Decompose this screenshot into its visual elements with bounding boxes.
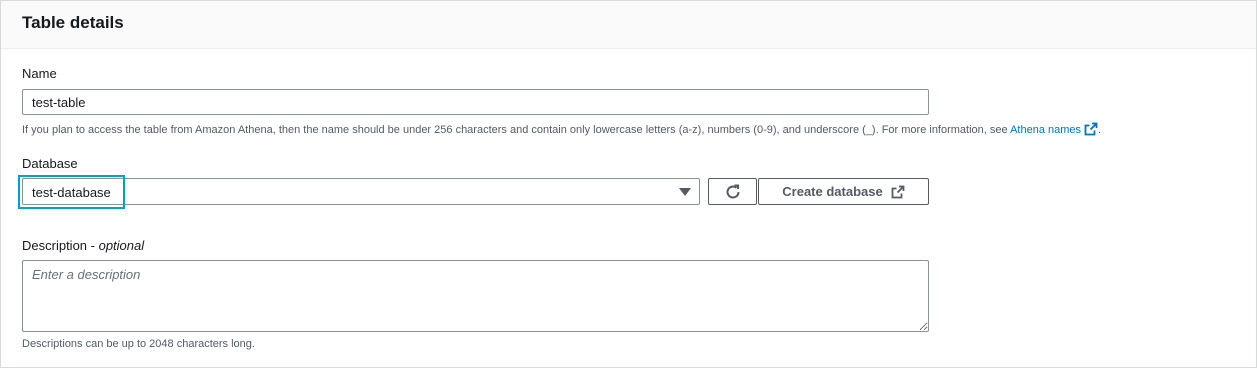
create-database-button[interactable]: Create database (758, 178, 929, 205)
description-label: Description - optional (22, 238, 144, 253)
description-textarea[interactable] (22, 260, 929, 332)
optional-tag: optional (98, 238, 145, 253)
athena-names-link[interactable]: Athena names (1010, 122, 1098, 136)
panel-title: Table details (22, 13, 124, 32)
name-hint: If you plan to access the table from Ama… (22, 122, 1102, 136)
description-label-sep: - (87, 238, 99, 253)
athena-names-link-label: Athena names (1010, 124, 1082, 136)
panel-header: Table details (1, 1, 1256, 49)
database-label: Database (22, 156, 78, 171)
external-link-icon (1084, 122, 1098, 136)
name-hint-text: If you plan to access the table from Ama… (22, 124, 1011, 136)
database-select[interactable]: test-database (22, 178, 700, 205)
caret-down-icon (679, 188, 691, 196)
description-hint: Descriptions can be up to 2048 character… (22, 338, 255, 350)
name-label: Name (22, 66, 57, 81)
table-details-panel: Table details Name If you plan to access… (0, 0, 1257, 368)
database-select-value: test-database (32, 185, 111, 200)
name-input[interactable] (22, 89, 929, 115)
external-link-icon (891, 185, 905, 198)
create-database-label: Create database (782, 184, 883, 199)
refresh-button[interactable] (708, 178, 757, 205)
refresh-icon (726, 184, 739, 198)
description-label-text: Description (22, 238, 88, 253)
